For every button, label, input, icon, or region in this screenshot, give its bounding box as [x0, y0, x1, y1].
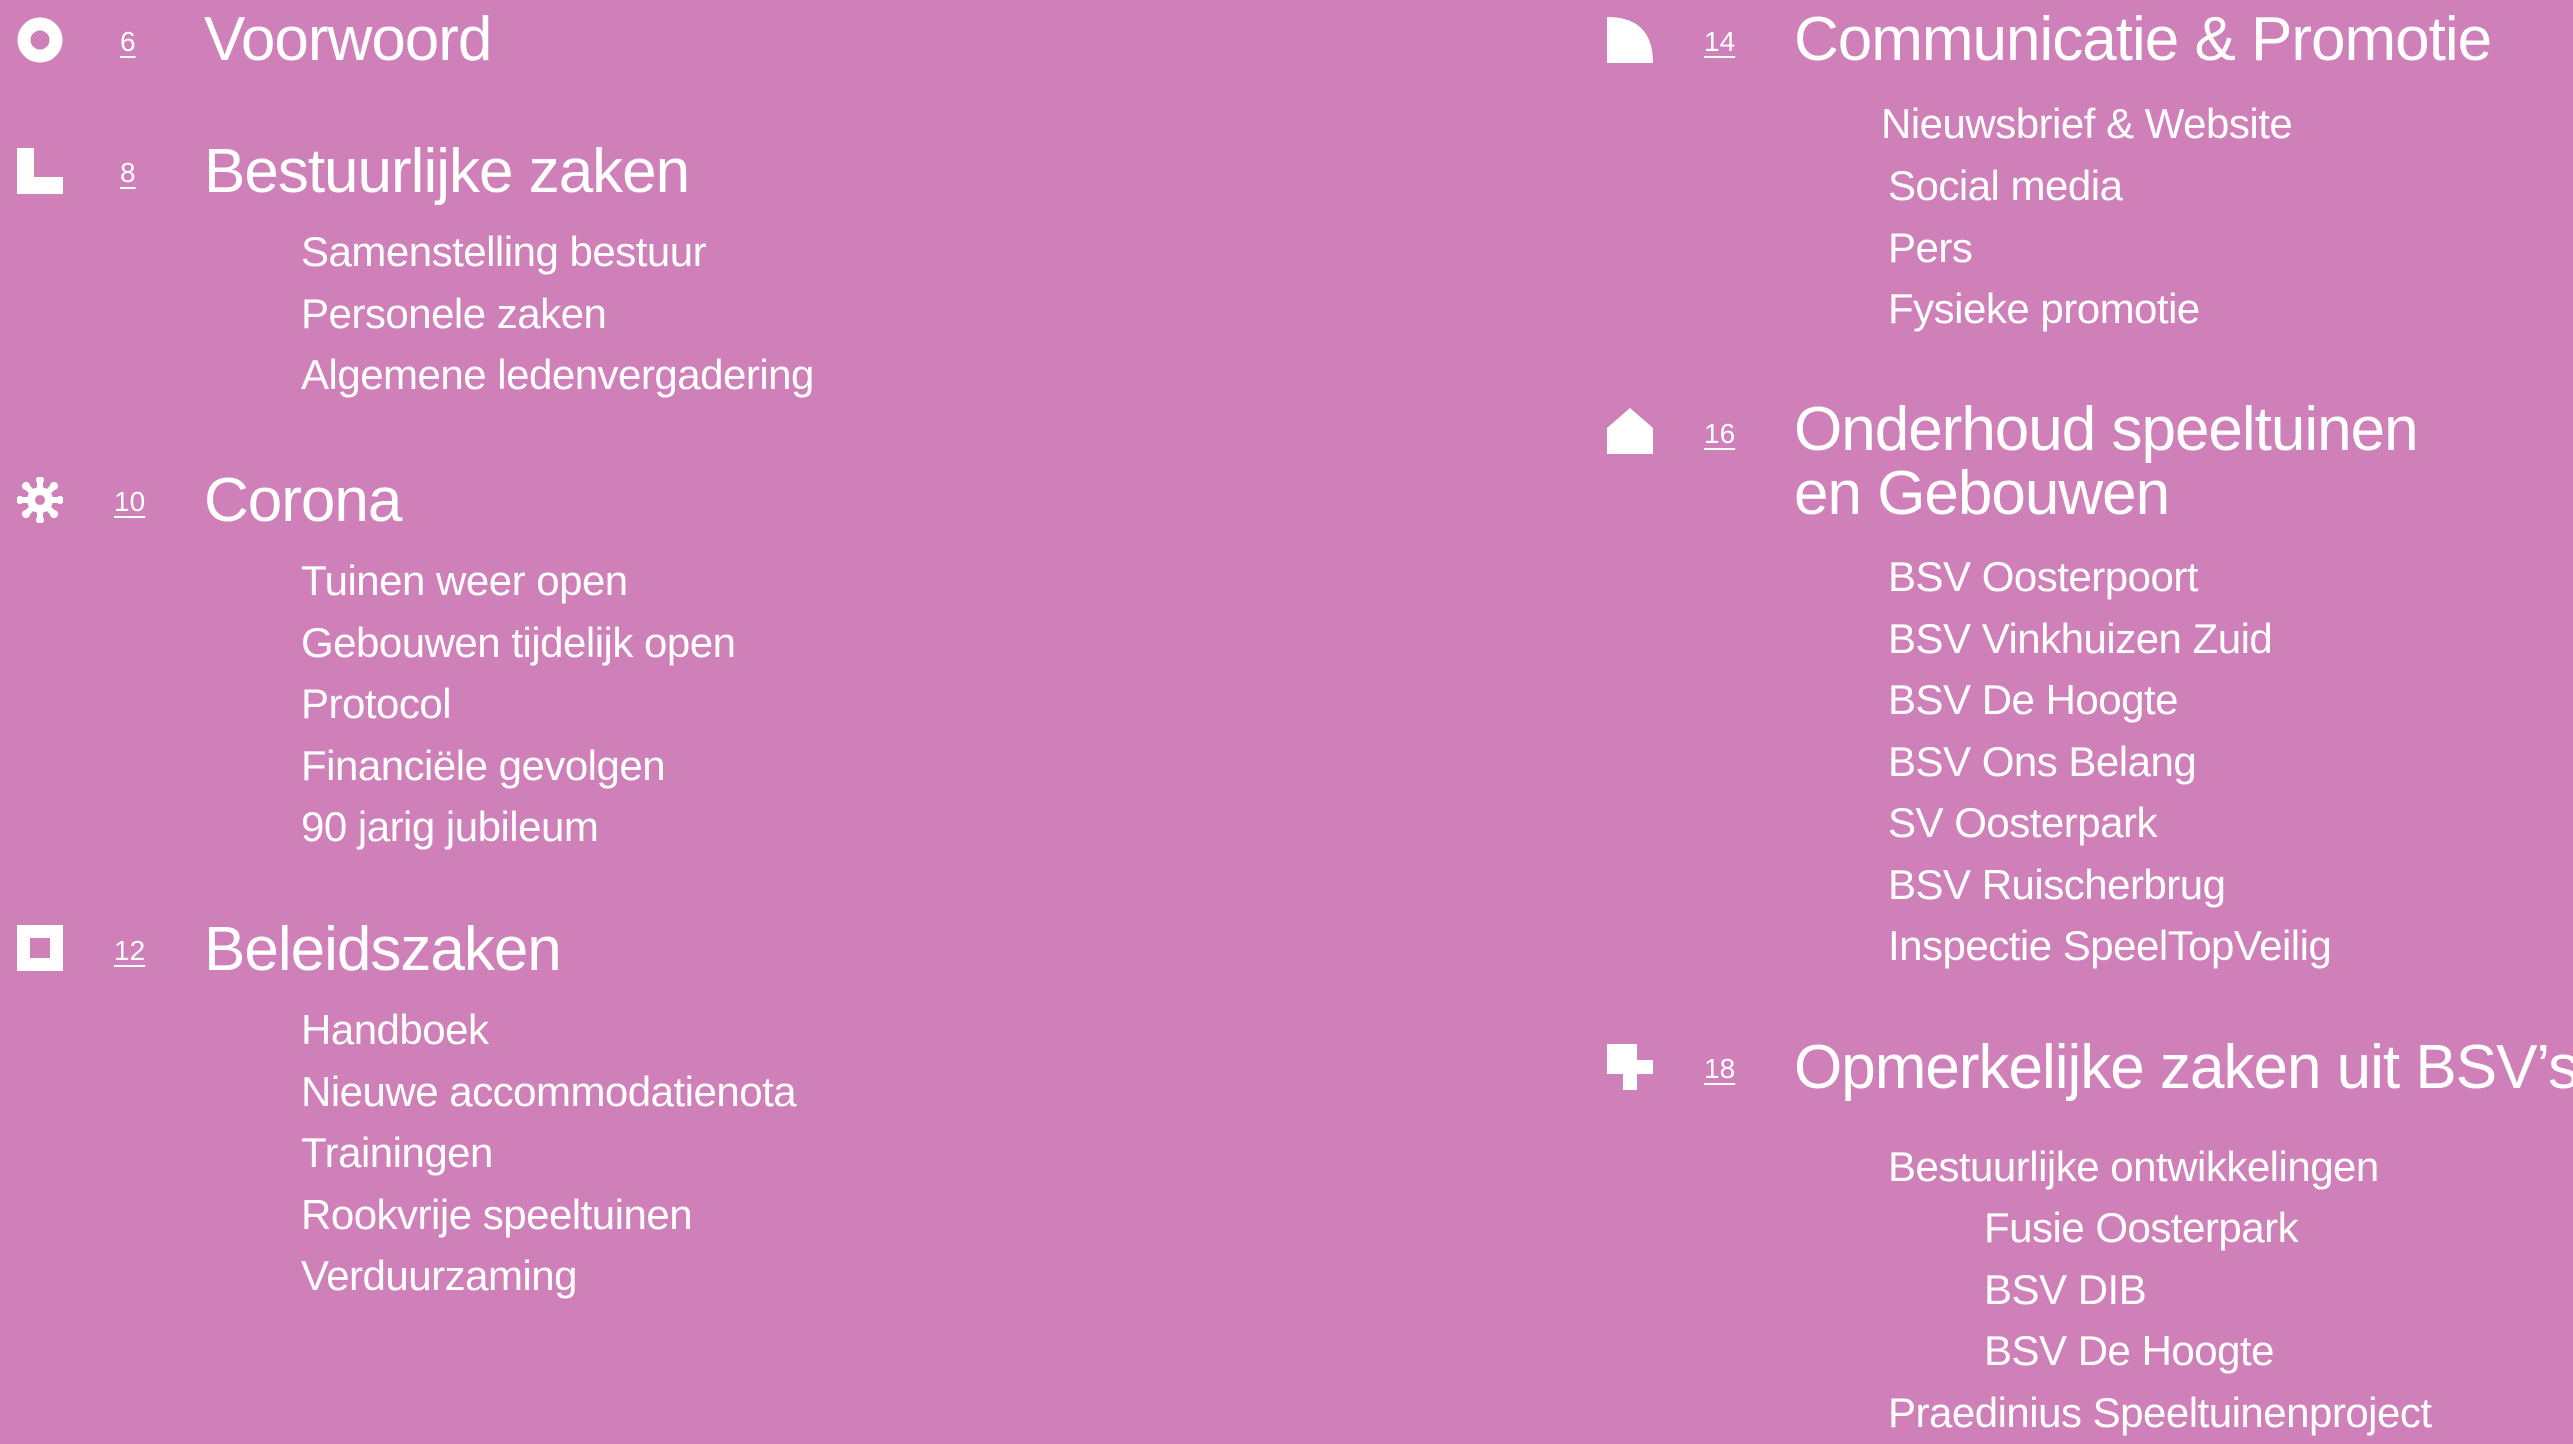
- subsection-item[interactable]: Gebouwen tijdelijk open: [301, 612, 736, 674]
- subsection-list: BSV Oosterpoort BSV Vinkhuizen Zuid BSV …: [1888, 546, 2332, 977]
- subsection-list: Bestuurlijke ontwikkelingen: [1888, 1136, 2379, 1198]
- section-title[interactable]: Bestuurlijke zaken: [204, 140, 690, 204]
- circle-ring-icon: [17, 17, 63, 63]
- page-number-link[interactable]: 14: [1704, 28, 1735, 56]
- nested-subsection-item[interactable]: BSV De Hoogte: [1984, 1320, 2298, 1382]
- subsection-item[interactable]: Samenstelling bestuur: [301, 221, 814, 283]
- subsection-item[interactable]: BSV Ons Belang: [1888, 731, 2331, 793]
- subsection-item[interactable]: Algemene ledenvergadering: [301, 344, 814, 406]
- subsection-item[interactable]: Fysieke promotie: [1888, 278, 2200, 340]
- page-number-link[interactable]: 6: [120, 28, 136, 56]
- section-title[interactable]: Beleidszaken: [204, 918, 562, 982]
- square-frame-icon: [17, 925, 63, 971]
- subsection-item[interactable]: SV Oosterpark: [1888, 792, 2331, 854]
- subsection-item[interactable]: Verduurzaming: [301, 1245, 796, 1307]
- section-title-line2: en Gebouwen: [1794, 459, 2170, 528]
- section-title[interactable]: Voorwoord: [204, 8, 492, 72]
- subsection-item[interactable]: Nieuwe accommodatienota: [301, 1061, 797, 1123]
- subsection-list: Tuinen weer open Gebouwen tijdelijk open…: [301, 550, 736, 858]
- subsection-item[interactable]: Inspectie SpeelTopVeilig: [1888, 915, 2332, 977]
- subsection-item[interactable]: Pers: [1888, 217, 2200, 279]
- nested-subsection-list: Fusie Oosterpark BSV DIB BSV De Hoogte: [1984, 1197, 2299, 1382]
- page-number-link[interactable]: 8: [120, 159, 136, 187]
- subsection-item[interactable]: Handboek: [301, 999, 796, 1061]
- puzzle-cross-icon: [1607, 1044, 1653, 1090]
- page-number-link[interactable]: 18: [1704, 1055, 1735, 1083]
- subsection-item[interactable]: Financiële gevolgen: [301, 735, 735, 797]
- subsection-item[interactable]: Bestuurlijke ontwikkelingen: [1888, 1136, 2379, 1198]
- quarter-circle-icon: [1607, 17, 1653, 63]
- subsection-item[interactable]: Trainingen: [301, 1122, 796, 1184]
- virus-icon: [17, 477, 63, 523]
- subsection-item[interactable]: BSV Oosterpoort: [1888, 546, 2331, 608]
- subsection-list: Samenstelling bestuur Personele zaken Al…: [301, 221, 814, 406]
- house-icon: [1607, 408, 1653, 454]
- subsection-item[interactable]: Protocol: [301, 673, 735, 735]
- nested-subsection-item[interactable]: BSV DIB: [1984, 1259, 2298, 1321]
- l-shape-icon: [17, 148, 63, 194]
- subsection-list: Nieuwsbrief & Website: [1881, 93, 2293, 155]
- subsection-item[interactable]: 90 jarig jubileum: [301, 796, 735, 858]
- subsection-list: Handboek Nieuwe accommodatienota Trainin…: [301, 999, 797, 1307]
- subsection-item[interactable]: Social media: [1888, 155, 2200, 217]
- subsection-item[interactable]: BSV Ruischerbrug: [1888, 854, 2331, 916]
- subsection-item[interactable]: Nieuwsbrief & Website: [1881, 93, 2293, 155]
- section-title[interactable]: Corona: [204, 469, 402, 533]
- subsection-item[interactable]: Rookvrije speeltuinen: [301, 1184, 796, 1246]
- subsection-list: Social media Pers Fysieke promotie: [1888, 155, 2200, 340]
- subsection-list: Praedinius Speeltuinenproject: [1888, 1382, 2432, 1444]
- subsection-item[interactable]: Tuinen weer open: [301, 550, 735, 612]
- subsection-item[interactable]: Praedinius Speeltuinenproject: [1888, 1382, 2432, 1444]
- subsection-item[interactable]: BSV Vinkhuizen Zuid: [1888, 608, 2331, 670]
- section-title[interactable]: Onderhoud speeltuinen: [1794, 398, 2419, 462]
- page-number-link[interactable]: 10: [114, 488, 145, 516]
- nested-subsection-item[interactable]: Fusie Oosterpark: [1984, 1197, 2299, 1259]
- page-number-link[interactable]: 12: [114, 937, 145, 965]
- section-title[interactable]: Communicatie & Promotie: [1794, 8, 2492, 72]
- subsection-item[interactable]: BSV De Hoogte: [1888, 669, 2331, 731]
- page-number-link[interactable]: 16: [1704, 420, 1735, 448]
- section-title[interactable]: Opmerkelijke zaken uit BSV’s: [1794, 1036, 2573, 1100]
- subsection-item[interactable]: Personele zaken: [301, 283, 814, 345]
